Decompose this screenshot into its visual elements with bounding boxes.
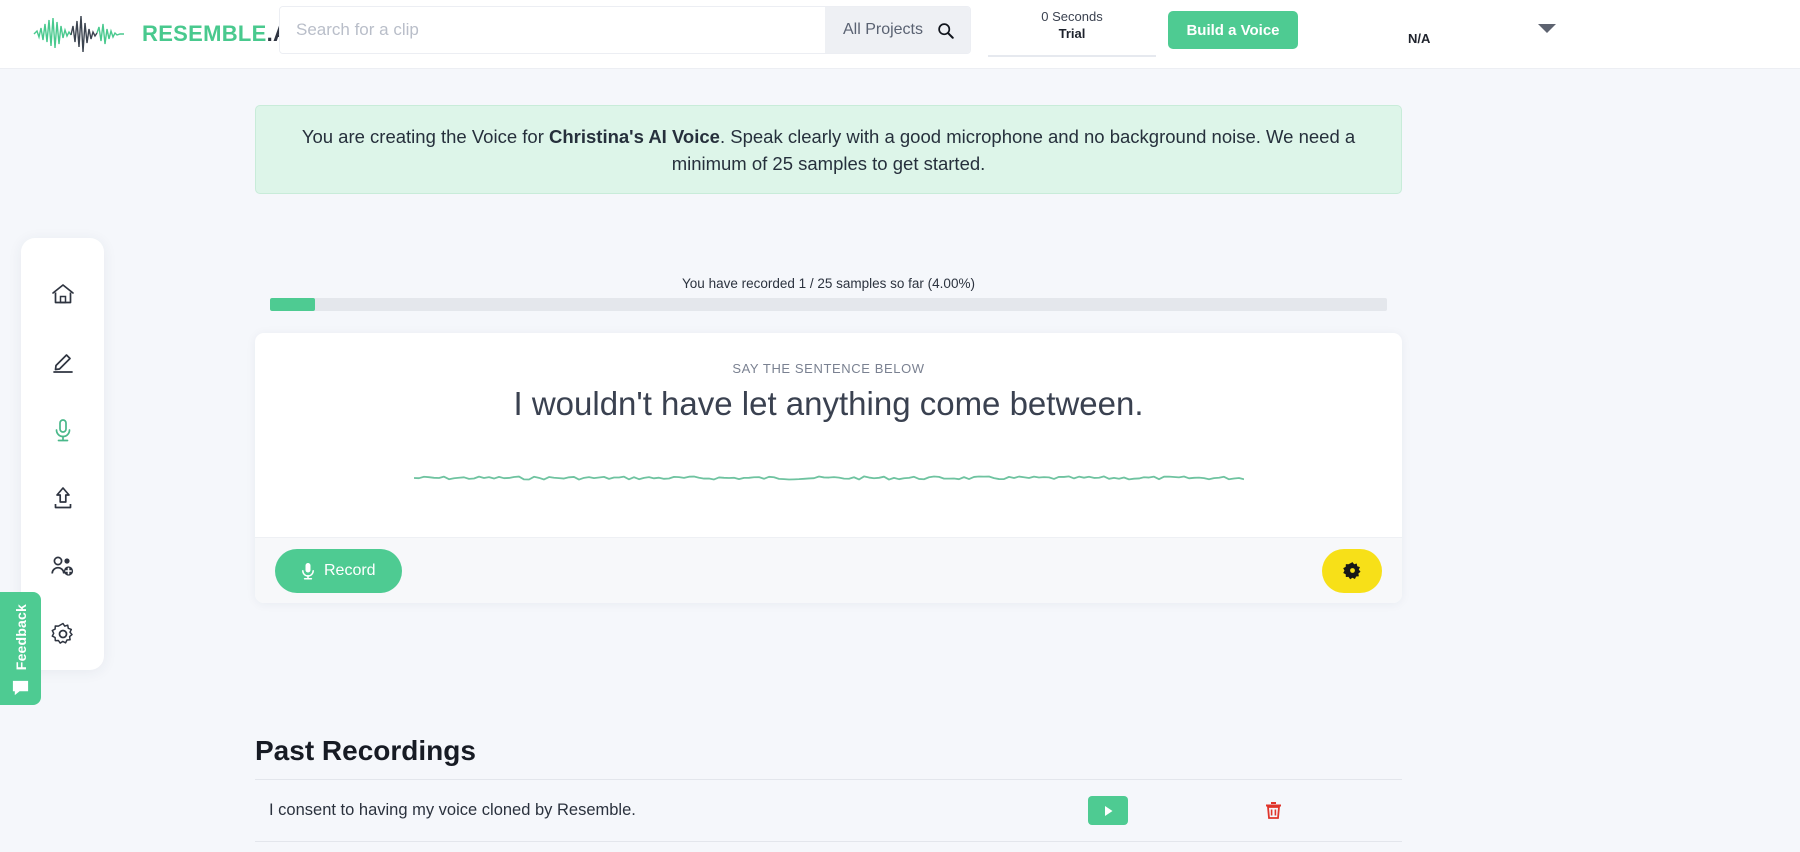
past-recordings-list: I consent to having my voice cloned by R… — [255, 779, 1402, 842]
build-a-voice-button[interactable]: Build a Voice — [1168, 11, 1298, 49]
quota-indicator: 0 Seconds Trial — [988, 8, 1156, 57]
banner-suffix: . Speak clearly with a good microphone a… — [671, 125, 1356, 174]
record-card-body: SAY THE SENTENCE BELOW I wouldn't have l… — [255, 333, 1402, 537]
prompt-sentence: I wouldn't have let anything come betwee… — [513, 385, 1144, 422]
microphone-icon — [302, 562, 314, 580]
sidebar-item-home[interactable] — [46, 280, 80, 308]
speech-bubble-icon — [12, 680, 29, 696]
quota-seconds: 0 Seconds — [1041, 9, 1103, 24]
past-recording-text: I consent to having my voice cloned by R… — [269, 801, 636, 819]
progress-bar-fill — [270, 298, 315, 311]
project-scope-selector[interactable]: All Projects — [824, 7, 970, 53]
delete-recording-button[interactable] — [1258, 796, 1288, 826]
recording-settings-button[interactable] — [1322, 548, 1382, 593]
play-recording-button[interactable] — [1088, 796, 1128, 825]
record-button[interactable]: Record — [275, 548, 402, 593]
project-scope-label: All Projects — [842, 21, 923, 38]
progress-label: You have recorded 1 / 25 samples so far … — [682, 276, 975, 291]
voice-creation-banner: You are creating the Voice for Christina… — [255, 105, 1402, 194]
sidebar-item-settings[interactable] — [46, 620, 80, 648]
gear-icon — [1342, 562, 1361, 580]
prompt-label: SAY THE SENTENCE BELOW — [732, 361, 925, 376]
account-label: N/A — [1408, 31, 1431, 46]
search-bar[interactable]: All Projects — [279, 6, 971, 54]
record-card-footer: Record — [255, 537, 1402, 603]
banner-prefix: You are creating the Voice for — [301, 125, 549, 147]
banner-voice-name: Christina's AI Voice — [549, 125, 720, 147]
pencil-icon — [52, 354, 73, 373]
sidebar-item-edit[interactable] — [46, 348, 80, 376]
trash-icon — [1265, 802, 1281, 819]
progress-bar — [270, 298, 1387, 311]
sidebar-item-record[interactable] — [46, 416, 80, 444]
waveform-logo-icon — [33, 15, 124, 53]
brand-name: RESEMBLE.AI — [142, 21, 296, 47]
waveform-display — [255, 463, 1402, 513]
brand-logo[interactable]: RESEMBLE.AI — [32, 12, 296, 56]
past-recordings-title: Past Recordings — [255, 735, 476, 766]
upload-icon — [54, 487, 71, 509]
gear-icon — [51, 622, 73, 644]
play-icon — [1104, 805, 1112, 816]
record-card: SAY THE SENTENCE BELOW I wouldn't have l… — [255, 333, 1402, 603]
chevron-down-icon[interactable] — [1538, 24, 1556, 33]
audio-waveform-icon — [413, 475, 1244, 481]
past-recording-row: I consent to having my voice cloned by R… — [255, 780, 1402, 842]
home-icon — [51, 284, 74, 304]
feedback-tab[interactable]: Feedback — [0, 592, 41, 705]
record-button-label: Record — [324, 561, 376, 579]
banner-text: You are creating the Voice for Christina… — [296, 123, 1361, 177]
search-icon[interactable] — [937, 22, 954, 39]
quota-plan: Trial — [1058, 26, 1086, 41]
sidebar-item-invite[interactable] — [46, 552, 80, 580]
search-input[interactable] — [280, 7, 825, 53]
add-user-icon — [50, 556, 73, 576]
microphone-icon — [55, 419, 70, 442]
feedback-label: Feedback — [12, 603, 29, 670]
app-header: RESEMBLE.AI All Projects 0 Seconds Trial… — [0, 0, 1800, 69]
sidebar-item-upload[interactable] — [46, 484, 80, 512]
